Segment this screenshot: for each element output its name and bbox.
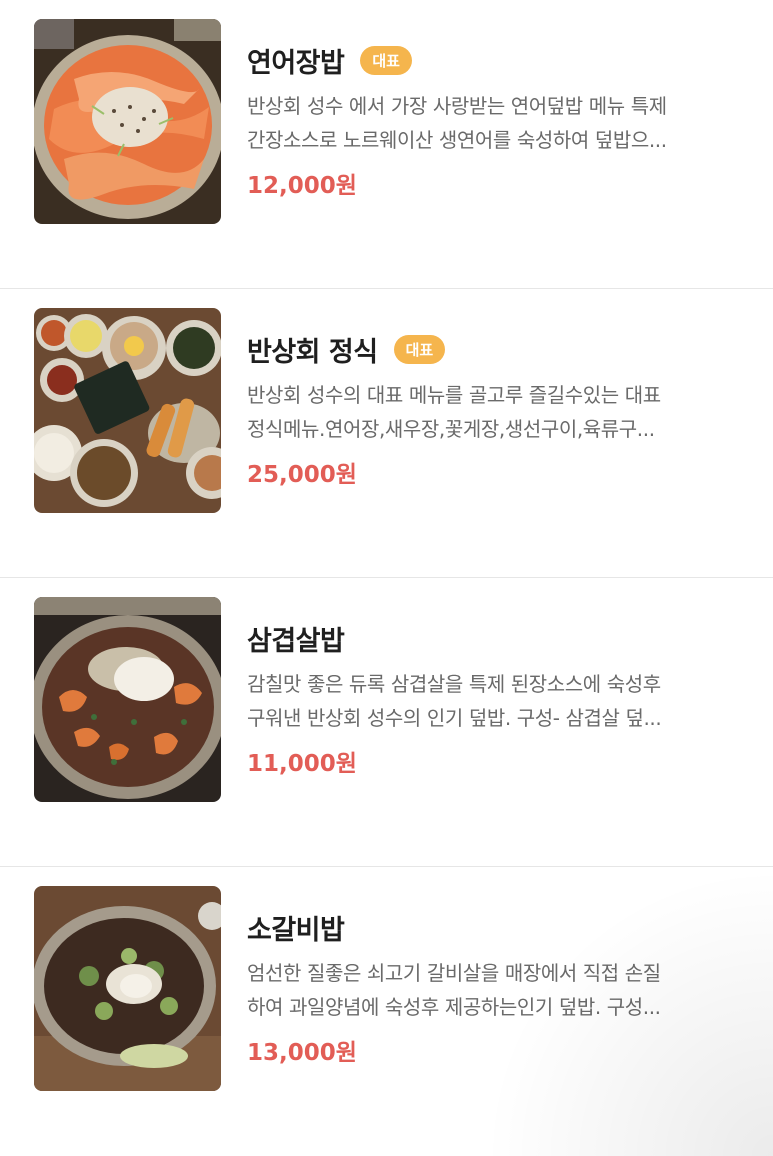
- title-row: 연어장밥 대표: [247, 40, 749, 80]
- menu-item-description: 감칠맛 좋은 듀록 삼겹살을 특제 된장소스에 숙성후 구워낸 반상회 성수의 …: [247, 667, 749, 735]
- description-line: 하여 과일양념에 숙성후 제공하는인기 덮밥. 구성...: [247, 995, 661, 1019]
- menu-item-salmon[interactable]: 연어장밥 대표 반상회 성수 에서 가장 사랑받는 연어덮밥 메뉴 특제 간장소…: [0, 0, 773, 289]
- title-row: 소갈비밥: [247, 907, 749, 947]
- description-line: 감칠맛 좋은 듀록 삼겹살을 특제 된장소스에 숙성후: [247, 672, 661, 696]
- signature-badge: 대표: [360, 45, 412, 75]
- menu-item-price: 25,000원: [247, 462, 357, 488]
- menu-item-photo[interactable]: [34, 886, 221, 1091]
- beef-rib-bowl-photo: [34, 886, 221, 1091]
- salmon-bowl-photo: [34, 19, 221, 224]
- menu-item-price: 13,000원: [247, 1040, 357, 1066]
- description-line: 반상회 성수의 대표 메뉴를 골고루 즐길수있는 대표: [247, 383, 661, 407]
- signature-badge: 대표: [393, 334, 446, 364]
- menu-item-description: 엄선한 질좋은 쇠고기 갈비살을 매장에서 직접 손질 하여 과일양념에 숙성후…: [247, 956, 749, 1024]
- description-line: 구워낸 반상회 성수의 인기 덮밥. 구성- 삼겹살 덮...: [247, 706, 662, 730]
- menu-item-name: 삼겹살밥: [247, 625, 345, 657]
- menu-item-info: 연어장밥 대표 반상회 성수 에서 가장 사랑받는 연어덮밥 메뉴 특제 간장소…: [247, 40, 749, 200]
- menu-item-info: 삼겹살밥 감칠맛 좋은 듀록 삼겹살을 특제 된장소스에 숙성후 구워낸 반상회…: [247, 618, 749, 778]
- pork-belly-bowl-photo: [34, 597, 221, 802]
- menu-item-photo[interactable]: [34, 597, 221, 802]
- menu-item-photo[interactable]: [34, 19, 221, 224]
- menu-item-name: 소갈비밥: [247, 914, 345, 946]
- title-row: 삼겹살밥: [247, 618, 749, 658]
- menu-item-info: 반상회 정식 대표 반상회 성수의 대표 메뉴를 골고루 즐길수있는 대표 정식…: [247, 329, 749, 489]
- menu-item-description: 반상회 성수의 대표 메뉴를 골고루 즐길수있는 대표 정식메뉴.연어장,새우장…: [247, 378, 749, 446]
- menu-item-description: 반상회 성수 에서 가장 사랑받는 연어덮밥 메뉴 특제 간장소스로 노르웨이산…: [247, 89, 749, 157]
- menu-item-name: 연어장밥: [247, 47, 345, 79]
- set-meal-photo: [34, 308, 221, 513]
- description-line: 정식메뉴.연어장,새우장,꽃게장,생선구이,육류구...: [247, 417, 655, 441]
- menu-item-price: 11,000원: [247, 751, 357, 777]
- menu-item-photo[interactable]: [34, 308, 221, 513]
- menu-item-pork-belly[interactable]: 삼겹살밥 감칠맛 좋은 듀록 삼겹살을 특제 된장소스에 숙성후 구워낸 반상회…: [0, 578, 773, 867]
- description-line: 반상회 성수 에서 가장 사랑받는 연어덮밥 메뉴 특제: [247, 94, 667, 118]
- description-line: 엄선한 질좋은 쇠고기 갈비살을 매장에서 직접 손질: [247, 961, 661, 985]
- menu-item-set-meal[interactable]: 반상회 정식 대표 반상회 성수의 대표 메뉴를 골고루 즐길수있는 대표 정식…: [0, 289, 773, 578]
- menu-item-beef-rib[interactable]: 소갈비밥 엄선한 질좋은 쇠고기 갈비살을 매장에서 직접 손질 하여 과일양념…: [0, 867, 773, 1156]
- title-row: 반상회 정식 대표: [247, 329, 749, 369]
- menu-item-price: 12,000원: [247, 173, 357, 199]
- menu-item-info: 소갈비밥 엄선한 질좋은 쇠고기 갈비살을 매장에서 직접 손질 하여 과일양념…: [247, 907, 749, 1067]
- description-line: 간장소스로 노르웨이산 생연어를 숙성하여 덮밥으...: [247, 128, 667, 152]
- menu-list: 연어장밥 대표 반상회 성수 에서 가장 사랑받는 연어덮밥 메뉴 특제 간장소…: [0, 0, 773, 1156]
- menu-item-name: 반상회 정식: [247, 336, 378, 368]
